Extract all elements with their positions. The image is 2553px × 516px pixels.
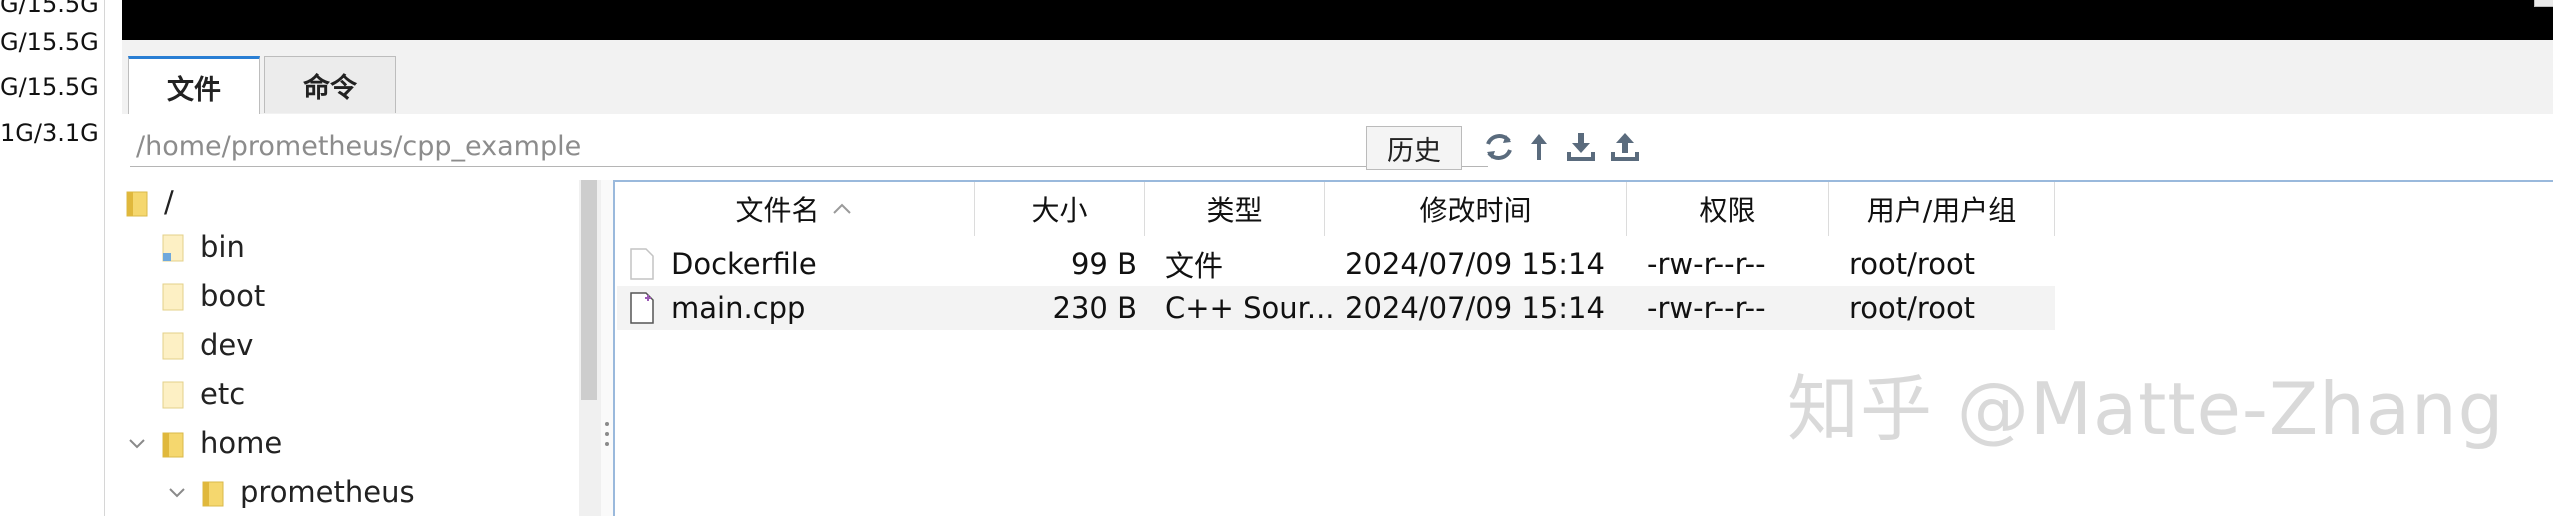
panel-splitter[interactable] bbox=[601, 180, 613, 516]
file-icon bbox=[630, 248, 654, 280]
column-header-type[interactable]: 类型 bbox=[1145, 182, 1325, 236]
file-owner: root/root bbox=[1849, 247, 1976, 281]
table-row[interactable]: main.cpp 230 B C++ Sour... 2024/07/09 15… bbox=[617, 286, 2055, 330]
tree-item-bin[interactable]: bin bbox=[160, 225, 245, 269]
memory-line: G/15.5G bbox=[0, 28, 99, 56]
file-size: 99 B bbox=[1070, 247, 1137, 281]
folder-link-icon bbox=[162, 234, 184, 262]
memory-line: G/15.5G bbox=[0, 0, 99, 18]
file-type: 文件 bbox=[1165, 249, 1224, 283]
upload-icon[interactable] bbox=[1606, 128, 1644, 166]
tree-item-root[interactable]: / bbox=[124, 180, 174, 224]
path-bar: 历史 bbox=[122, 114, 2553, 180]
tree-item-label: etc bbox=[200, 377, 246, 411]
file-modified: 2024/07/09 15:14 bbox=[1345, 291, 1605, 325]
chevron-down-icon[interactable] bbox=[126, 433, 148, 455]
file-permissions: -rw-r--r-- bbox=[1647, 291, 1766, 325]
tree-item-label: home bbox=[200, 426, 283, 460]
chevron-down-icon[interactable] bbox=[166, 482, 188, 504]
watermark: 知乎 @Matte-Zhang bbox=[1787, 367, 2505, 451]
terminal-area[interactable] bbox=[122, 0, 2553, 40]
refresh-icon[interactable] bbox=[1480, 128, 1518, 166]
tab-strip: 文件 命令 bbox=[122, 40, 2553, 115]
tree-item-etc[interactable]: etc bbox=[160, 372, 245, 416]
download-icon[interactable] bbox=[1562, 128, 1600, 166]
memory-panel: G/15.5G G/15.5G G/15.5G 1G/3.1G bbox=[0, 0, 105, 516]
tree-item-label: / bbox=[164, 185, 174, 219]
tree-item-label: bin bbox=[200, 230, 245, 264]
column-header-owner[interactable]: 用户/用户组 bbox=[1829, 182, 2055, 236]
tree-item-home[interactable]: home bbox=[160, 421, 282, 465]
file-permissions: -rw-r--r-- bbox=[1647, 247, 1766, 281]
tree-item-prometheus[interactable]: prometheus bbox=[200, 470, 415, 514]
directory-tree: / bin boot dev etc home prometheus bbox=[122, 180, 582, 516]
tree-item-label: dev bbox=[200, 328, 254, 362]
memory-line: G/15.5G bbox=[0, 73, 99, 101]
tab-files[interactable]: 文件 bbox=[128, 56, 260, 115]
file-owner: root/root bbox=[1849, 291, 1976, 325]
tree-item-boot[interactable]: boot bbox=[160, 274, 265, 318]
folder-icon bbox=[162, 283, 184, 311]
tree-item-dev[interactable]: dev bbox=[160, 323, 253, 367]
folder-icon bbox=[162, 332, 184, 360]
file-modified: 2024/07/09 15:14 bbox=[1345, 247, 1605, 281]
file-name: Dockerfile bbox=[671, 247, 817, 281]
tree-scrollbar[interactable] bbox=[579, 180, 601, 516]
window-button[interactable] bbox=[2534, 0, 2553, 7]
history-button[interactable]: 历史 bbox=[1366, 126, 1462, 170]
cpp-file-icon bbox=[630, 292, 654, 324]
sort-ascending-icon bbox=[832, 203, 851, 214]
path-input[interactable] bbox=[130, 127, 1488, 167]
scrollbar-thumb[interactable] bbox=[581, 180, 597, 400]
column-header-modified[interactable]: 修改时间 bbox=[1325, 182, 1627, 236]
go-up-icon[interactable] bbox=[1520, 128, 1558, 166]
folder-icon bbox=[162, 432, 184, 458]
file-size: 230 B bbox=[1052, 291, 1137, 325]
folder-icon bbox=[202, 481, 224, 507]
table-row[interactable]: Dockerfile 99 B 文件 2024/07/09 15:14 -rw-… bbox=[617, 242, 2055, 286]
tree-item-label: prometheus bbox=[240, 475, 415, 509]
tab-commands[interactable]: 命令 bbox=[264, 56, 396, 113]
file-type: C++ Sour... bbox=[1165, 291, 1335, 325]
folder-icon bbox=[162, 381, 184, 409]
column-header-name[interactable]: 文件名 bbox=[615, 182, 975, 236]
tree-item-label: boot bbox=[200, 279, 266, 313]
memory-line: 1G/3.1G bbox=[0, 119, 99, 147]
folder-icon bbox=[126, 191, 148, 217]
file-name: main.cpp bbox=[671, 291, 806, 325]
column-header-size[interactable]: 大小 bbox=[975, 182, 1145, 236]
file-list: 文件名 大小 类型 修改时间 权限 用户/用户组 Dockerfile 99 B… bbox=[613, 180, 2553, 516]
column-header-permissions[interactable]: 权限 bbox=[1627, 182, 1829, 236]
